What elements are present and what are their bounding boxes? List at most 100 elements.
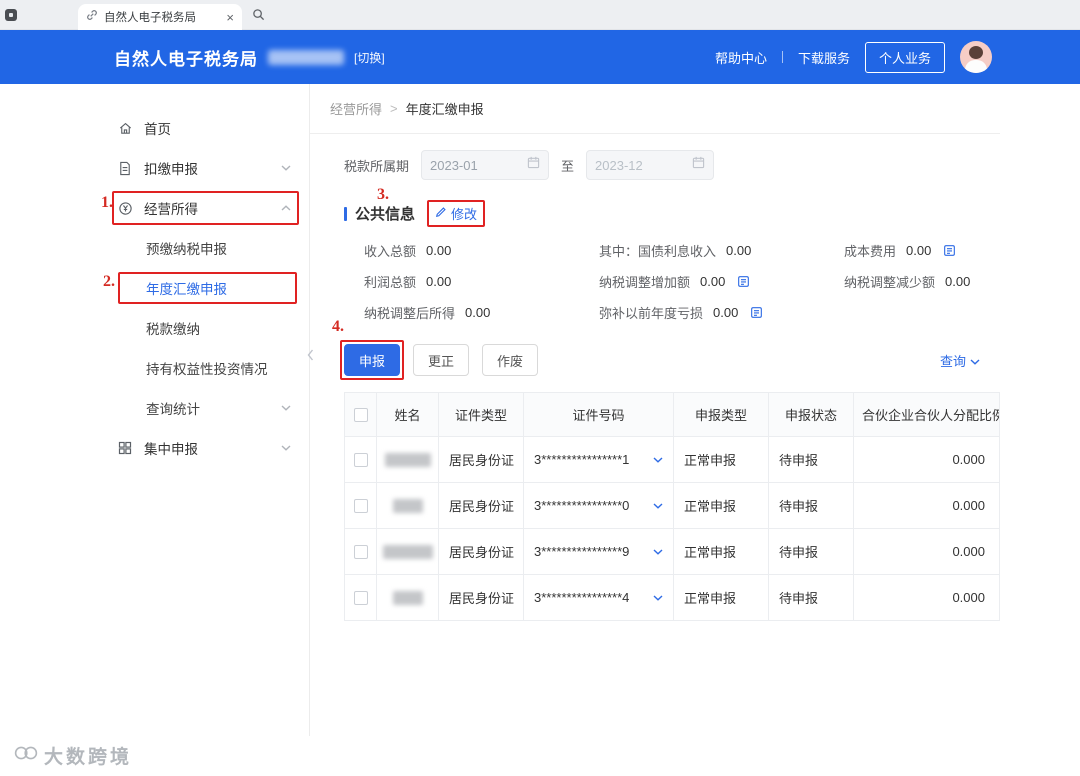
download-service-link[interactable]: 下载服务: [798, 48, 850, 67]
row-checkbox[interactable]: [353, 591, 368, 606]
sidebar-item-label: 经营所得: [144, 202, 198, 217]
cell-status: 待申报: [768, 482, 854, 529]
table-row: 居民身份证 3****************0 正常申报 待申报 0.000: [344, 482, 1000, 529]
app-body: 首页 扣缴申报 1. 经营所得 预缴纳税申报 2. 年度汇缴申报 税款缴纳 持有…: [96, 84, 1000, 736]
query-toggle[interactable]: 查询: [940, 351, 980, 370]
detail-icon[interactable]: [750, 306, 763, 319]
cell-cert-number: 3****************1: [534, 452, 630, 467]
browser-search-icon[interactable]: [252, 8, 265, 21]
home-icon: [118, 121, 134, 136]
cell-cert-type: 居民身份证: [438, 436, 524, 483]
chevron-down-icon[interactable]: [653, 502, 663, 509]
cell-declare-type: 正常申报: [673, 482, 769, 529]
date-to-value: 2023-12: [595, 157, 643, 173]
column-status: 申报状态: [768, 392, 854, 437]
section-accent-bar: [344, 206, 347, 221]
field-value: 0.00: [465, 305, 491, 320]
tab-close-icon[interactable]: ×: [226, 11, 234, 24]
breadcrumb-parent[interactable]: 经营所得: [330, 99, 382, 118]
cell-cert-number: 3****************9: [534, 544, 630, 559]
declare-wrap: 4. 申报: [332, 318, 405, 380]
chevron-down-icon[interactable]: [653, 548, 663, 555]
section-title: 公共信息: [355, 206, 416, 223]
sidebar-item-label: 扣缴申报: [144, 162, 198, 177]
row-checkbox[interactable]: [353, 545, 368, 560]
main-body: 税款所属期 2023-01 至 2023-12 公共信息 3. 修改 收入总额 …: [310, 134, 1000, 621]
to-label: 至: [561, 158, 575, 174]
calendar-icon: [692, 156, 705, 174]
chevron-up-icon: [281, 205, 291, 211]
browser-tab[interactable]: 自然人电子税务局 ×: [78, 4, 242, 30]
sidebar-item-annual-settlement[interactable]: 2. 年度汇缴申报: [96, 268, 309, 308]
field-value: 0.00: [426, 274, 452, 289]
date-to-input[interactable]: 2023-12: [586, 150, 715, 180]
watermark-text: 大数跨境: [44, 747, 133, 768]
cell-status: 待申报: [768, 436, 854, 483]
personal-business-button[interactable]: 个人业务: [864, 41, 945, 73]
row-checkbox[interactable]: [353, 499, 368, 514]
browser-tab-bar: 自然人电子税务局 ×: [0, 0, 1080, 30]
date-from-input[interactable]: 2023-01: [421, 150, 550, 180]
annotation-step-4: 4.: [332, 318, 344, 335]
sidebar-item-query-statistics[interactable]: 查询统计: [96, 388, 309, 428]
sidebar-item-label: 年度汇缴申报: [146, 282, 227, 297]
table-header-row: 姓名 证件类型 证件号码 申报类型 申报状态 合伙企业合伙人分配比例: [344, 392, 1000, 437]
link-icon: [86, 8, 98, 26]
void-button[interactable]: 作废: [482, 344, 539, 376]
field-adjusted-income: 纳税调整后所得 0.00: [364, 303, 599, 322]
field-treasury-interest: 其中：国债利息收入 0.00: [599, 241, 844, 260]
switch-entity-link[interactable]: [切换]: [354, 49, 385, 66]
field-prior-year-loss: 弥补以前年度亏损 0.00: [599, 303, 844, 322]
sidebar-item-prepayment-declaration[interactable]: 预缴纳税申报: [96, 228, 309, 268]
chevron-down-icon: [970, 353, 980, 368]
sidebar-item-equity-investment[interactable]: 持有权益性投资情况: [96, 348, 309, 388]
sidebar-item-tax-payment[interactable]: 税款缴纳: [96, 308, 309, 348]
column-cert-number: 证件号码: [523, 392, 674, 437]
sidebar-item-centralized-declaration[interactable]: 集中申报: [96, 428, 309, 468]
date-from-value: 2023-01: [430, 157, 478, 173]
grid-icon: [118, 441, 134, 455]
browser-corner-icon[interactable]: [5, 9, 17, 21]
sidebar-collapse-icon[interactable]: [303, 340, 317, 370]
select-all-checkbox[interactable]: [353, 408, 368, 423]
column-declare-type: 申报类型: [673, 392, 769, 437]
cell-cert-type: 居民身份证: [438, 574, 524, 621]
cell-declare-type: 正常申报: [673, 574, 769, 621]
sidebar-item-home[interactable]: 首页: [96, 108, 309, 148]
header-right: 帮助中心 下载服务 个人业务: [715, 41, 992, 73]
detail-icon[interactable]: [943, 244, 956, 257]
sidebar-item-withholding[interactable]: 扣缴申报: [96, 148, 309, 188]
correct-button[interactable]: 更正: [413, 344, 470, 376]
field-label: 其中：国债利息收入: [599, 244, 717, 259]
modify-link[interactable]: 3. 修改: [377, 186, 486, 227]
modify-label: 修改: [451, 207, 478, 222]
sidebar-item-label: 查询统计: [146, 402, 200, 417]
annotation-step-1: 1.: [101, 194, 113, 211]
chevron-down-icon[interactable]: [653, 456, 663, 463]
tax-period-label: 税款所属期: [344, 158, 410, 174]
row-checkbox[interactable]: [353, 453, 368, 468]
field-label: 纳税调整减少额: [844, 275, 936, 290]
cell-cert-number: 3****************4: [534, 590, 630, 605]
sidebar-item-business-income[interactable]: 1. 经营所得: [96, 188, 309, 228]
help-center-link[interactable]: 帮助中心: [715, 48, 767, 67]
cell-ratio: 0.000: [853, 528, 1000, 575]
sidebar-item-label: 持有权益性投资情况: [146, 362, 268, 377]
detail-icon[interactable]: [737, 275, 750, 288]
table-row: 居民身份证 3****************1 正常申报 待申报 0.000: [344, 436, 1000, 483]
cell-status: 待申报: [768, 528, 854, 575]
column-cert-type: 证件类型: [438, 392, 524, 437]
action-toolbar: 4. 申报 更正 作废 查询: [332, 318, 1000, 380]
document-icon: [118, 161, 134, 176]
user-avatar[interactable]: [960, 41, 992, 73]
declaration-table: 姓名 证件类型 证件号码 申报类型 申报状态 合伙企业合伙人分配比例 居民身份证…: [344, 392, 1000, 621]
chevron-down-icon[interactable]: [653, 594, 663, 601]
app-header: 自然人电子税务局 [切换] 帮助中心 下载服务 个人业务: [0, 30, 1080, 84]
sidebar-item-label: 预缴纳税申报: [146, 242, 227, 257]
screen: 自然人电子税务局 × 自然人电子税务局 [切换] 帮助中心 下载服务 个人业务: [0, 0, 1080, 776]
redacted-name: [384, 453, 431, 468]
sidebar-item-label: 集中申报: [144, 442, 198, 457]
watermark: 大数跨境: [14, 742, 132, 769]
column-name: 姓名: [376, 392, 439, 437]
declare-button[interactable]: 申报: [344, 344, 401, 376]
